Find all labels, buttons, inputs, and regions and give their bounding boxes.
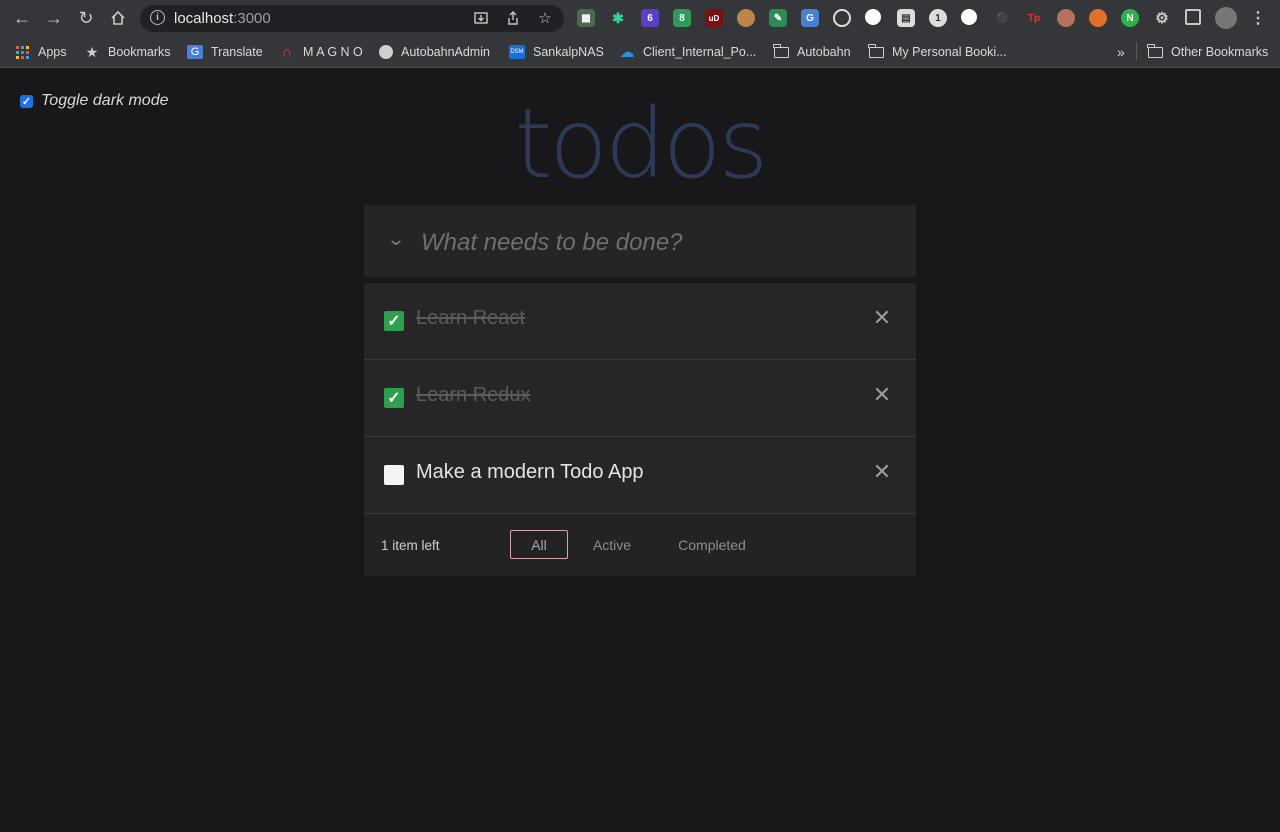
home-icon[interactable] — [106, 6, 130, 30]
ext-circle-icon[interactable] — [961, 9, 977, 25]
bookmark-my-personal[interactable]: My Personal Booki... — [868, 42, 1007, 62]
magnet-icon: ∩ — [281, 43, 293, 61]
ext-tp-icon[interactable]: Tp — [1025, 9, 1043, 27]
bookmark-translate[interactable]: G Translate — [187, 42, 263, 62]
items-left-count: 1 item left — [381, 538, 440, 553]
ext-owl-icon[interactable] — [1057, 9, 1075, 27]
ublock-icon[interactable]: uD — [705, 9, 723, 27]
todo-label[interactable]: Learn Redux — [416, 382, 531, 408]
filter-active[interactable]: Active — [582, 530, 642, 559]
forward-icon[interactable]: → — [42, 6, 66, 30]
bookmark-client-internal[interactable]: ☁ Client_Internal_Po... — [619, 42, 757, 62]
todo-label[interactable]: Learn React — [416, 305, 525, 331]
todo-footer: 1 item left All Active Completed — [364, 514, 916, 576]
ext-box-icon[interactable]: ▤ — [897, 9, 915, 27]
bookmark-apps[interactable]: Apps — [14, 42, 67, 62]
todo-checkbox-checked[interactable]: ✓ — [384, 311, 404, 331]
dsm-icon: DSM — [509, 45, 525, 59]
gear-ext-icon[interactable] — [865, 9, 881, 25]
todo-checkbox-checked[interactable]: ✓ — [384, 388, 404, 408]
browser-toolbar: ← → ↻ i localhost:3000 ☆ ▦ ✱ 6 8 uD ✎ G … — [0, 0, 1280, 36]
todo-item: Make a modern Todo App ✕ — [364, 437, 916, 514]
ext-onepw-icon[interactable]: 1 — [929, 9, 947, 27]
todo-checkbox-unchecked[interactable] — [384, 465, 404, 485]
bookmark-star-icon[interactable]: ☆ — [536, 9, 554, 27]
translate-icon: G — [187, 45, 203, 59]
ext-2-icon[interactable]: ✱ — [609, 9, 627, 27]
bookmark-autobahnadmin[interactable]: AutobahnAdmin — [379, 42, 490, 62]
reload-icon[interactable]: ↻ — [74, 6, 98, 30]
ext-4-icon[interactable]: 8 — [673, 9, 691, 27]
browser-menu-icon[interactable]: ⋮ — [1249, 9, 1267, 27]
todo-item: ✓ Learn React ✕ — [364, 283, 916, 360]
site-info-icon[interactable]: i — [150, 10, 165, 25]
globe-icon — [379, 45, 393, 59]
side-panel-icon[interactable] — [1185, 9, 1201, 25]
new-todo-input[interactable] — [419, 227, 893, 259]
ext-3-icon[interactable]: 6 — [641, 9, 659, 27]
new-todo-row: ⌄ — [364, 205, 916, 283]
folder-icon — [868, 43, 884, 59]
bookmark-bookmarks[interactable]: ★ Bookmarks — [84, 42, 171, 62]
back-icon[interactable]: ← — [10, 6, 34, 30]
ext-n-icon[interactable]: N — [1121, 9, 1139, 27]
ext-shoe-icon[interactable]: ⚫ — [993, 9, 1011, 27]
install-app-icon[interactable] — [472, 9, 490, 27]
extensions-puzzle-icon[interactable]: ⚙ — [1153, 9, 1171, 27]
todo-label[interactable]: Make a modern Todo App — [416, 459, 644, 485]
address-url[interactable]: localhost:3000 — [174, 10, 271, 27]
delete-todo-close-icon[interactable]: ✕ — [872, 305, 892, 330]
browser-chrome: ← → ↻ i localhost:3000 ☆ ▦ ✱ 6 8 uD ✎ G … — [0, 0, 1280, 68]
todo-item: ✓ Learn Redux ✕ — [364, 360, 916, 437]
folder-icon — [773, 43, 789, 59]
cookie-icon[interactable] — [737, 9, 755, 27]
bookmarks-separator — [1136, 42, 1137, 60]
folder-icon — [1147, 43, 1163, 59]
bookmark-sankalpnas[interactable]: DSM SankalpNAS — [509, 42, 604, 62]
profile-avatar[interactable] — [1215, 7, 1237, 29]
translate-ext-icon[interactable]: G — [801, 9, 819, 27]
apps-grid-icon — [14, 45, 30, 59]
pencil-ext-icon[interactable]: ✎ — [769, 9, 787, 27]
delete-todo-close-icon[interactable]: ✕ — [872, 382, 892, 407]
address-bar[interactable]: i localhost:3000 ☆ — [140, 5, 564, 32]
page-title: todos — [514, 88, 768, 200]
ext-orange-icon[interactable] — [1089, 9, 1107, 27]
target-ext-icon[interactable] — [833, 9, 851, 27]
bookmarks-overflow-button[interactable]: » — [1117, 42, 1125, 62]
ext-1-icon[interactable]: ▦ — [577, 9, 595, 27]
star-icon: ★ — [85, 43, 99, 60]
delete-todo-close-icon[interactable]: ✕ — [872, 459, 892, 484]
bookmark-magno[interactable]: ∩ M A G N O — [279, 42, 363, 62]
bookmark-autobahn[interactable]: Autobahn — [773, 42, 851, 62]
filter-all[interactable]: All — [510, 530, 568, 559]
share-icon[interactable] — [504, 9, 522, 27]
cloud-icon: ☁ — [619, 44, 635, 61]
todo-app: ⌄ ✓ Learn React ✕ ✓ Learn Redux ✕ Make a… — [364, 205, 916, 576]
toggle-all-chevron-icon[interactable]: ⌄ — [383, 229, 409, 249]
bookmarks-bar: Apps ★ Bookmarks G Translate ∩ M A G N O… — [0, 36, 1280, 68]
bookmark-other-bookmarks[interactable]: Other Bookmarks — [1147, 42, 1268, 62]
filter-completed[interactable]: Completed — [666, 530, 758, 559]
